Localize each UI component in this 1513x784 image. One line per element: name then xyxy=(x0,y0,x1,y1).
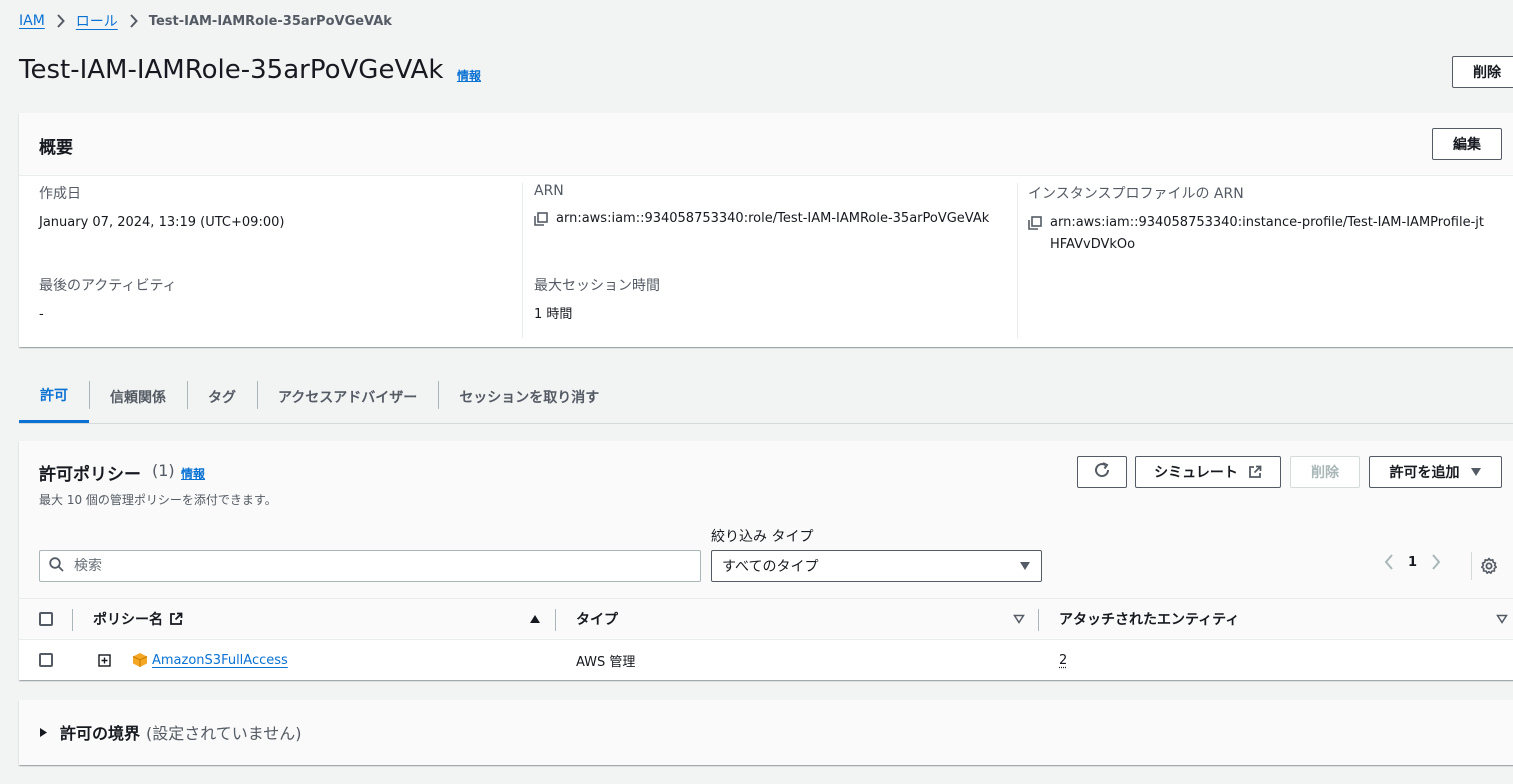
refresh-icon xyxy=(1093,461,1111,483)
summary-col-instance-profile: インスタンスプロファイルの ARN arn:aws:iam::934058753… xyxy=(1017,183,1497,338)
created-value: January 07, 2024, 13:19 (UTC+09:00) xyxy=(39,212,522,234)
caret-down-icon xyxy=(1470,467,1482,477)
permissions-title: 許可ポリシー xyxy=(39,460,141,485)
policy-type-cell: AWS 管理 xyxy=(576,640,635,680)
refresh-button[interactable] xyxy=(1077,456,1127,488)
max-session-label: 最大セッション時間 xyxy=(534,275,1017,295)
sort-icon[interactable] xyxy=(1496,599,1508,639)
tab-trust-relationships[interactable]: 信頼関係 xyxy=(89,370,187,423)
select-all-checkbox-cell xyxy=(39,599,53,639)
title-info-link[interactable]: 情報 xyxy=(457,67,481,84)
add-permissions-label: 許可を追加 xyxy=(1390,462,1460,482)
breadcrumb: IAM ロール Test-IAM-IAMRole-35arPoVGeVAk xyxy=(19,11,392,31)
instance-profile-row: arn:aws:iam::934058753340:instance-profi… xyxy=(1028,212,1488,256)
summary-col-created: 作成日 January 07, 2024, 13:19 (UTC+09:00) … xyxy=(39,183,522,338)
policy-name-cell: AmazonS3FullAccess xyxy=(152,640,288,680)
summary-panel: 概要 編集 作成日 January 07, 2024, 13:19 (UTC+0… xyxy=(19,113,1513,347)
sort-ascending-icon[interactable] xyxy=(529,599,541,639)
expand-icon[interactable] xyxy=(98,640,111,680)
summary-title: 概要 xyxy=(39,133,73,158)
arn-row: arn:aws:iam::934058753340:role/Test-IAM-… xyxy=(534,208,1017,234)
remove-policy-button[interactable]: 削除 xyxy=(1290,456,1360,488)
column-type[interactable]: タイプ xyxy=(576,599,618,639)
attached-entities-cell: 2 xyxy=(1059,640,1067,680)
chevron-right-icon xyxy=(129,14,138,28)
instance-profile-value: arn:aws:iam::934058753340:instance-profi… xyxy=(1050,212,1488,256)
filter-type-select[interactable]: すべてのタイプ xyxy=(711,550,1042,582)
column-attached-entities[interactable]: アタッチされたエンティティ xyxy=(1059,599,1239,639)
select-all-checkbox[interactable] xyxy=(39,612,53,626)
policy-link[interactable]: AmazonS3FullAccess xyxy=(152,653,288,668)
breadcrumb-roles[interactable]: ロール xyxy=(76,11,118,31)
tab-permissions[interactable]: 許可 xyxy=(19,370,89,423)
permissions-description: 最大 10 個の管理ポリシーを添付できます。 xyxy=(39,491,277,508)
chevron-right-icon xyxy=(56,14,65,28)
arn-label: ARN xyxy=(534,183,1017,199)
row-checkbox-cell xyxy=(39,640,53,680)
gear-icon[interactable] xyxy=(1480,557,1498,579)
permissions-boundary-panel[interactable]: 許可の境界 (設定されていません) xyxy=(19,700,1513,765)
search-icon xyxy=(49,557,64,576)
aws-managed-policy-icon xyxy=(132,640,148,680)
sort-icon[interactable] xyxy=(1013,599,1025,639)
chevron-left-icon[interactable] xyxy=(1384,554,1394,570)
column-policy-name-label: ポリシー名 xyxy=(93,609,163,629)
permissions-boundary-toggle[interactable]: 許可の境界 (設定されていません) xyxy=(39,720,302,744)
copy-icon[interactable] xyxy=(1028,212,1050,238)
instance-profile-label: インスタンスプロファイルの ARN xyxy=(1028,183,1497,203)
external-link-icon xyxy=(1248,465,1262,479)
page-number[interactable]: 1 xyxy=(1408,555,1417,570)
copy-icon[interactable] xyxy=(534,208,556,234)
breadcrumb-iam[interactable]: IAM xyxy=(19,13,45,29)
column-policy-name[interactable]: ポリシー名 xyxy=(93,599,183,639)
pagination: 1 xyxy=(1384,554,1441,570)
summary-header: 概要 編集 xyxy=(19,113,1513,176)
simulate-button[interactable]: シミュレート xyxy=(1135,456,1281,488)
add-permissions-button[interactable]: 許可を追加 xyxy=(1369,456,1502,488)
permissions-panel: 許可ポリシー (1) 情報 最大 10 個の管理ポリシーを添付できます。 シミュ… xyxy=(19,441,1513,680)
caret-right-icon xyxy=(39,727,48,738)
tab-access-advisor[interactable]: アクセスアドバイザー xyxy=(257,370,438,423)
max-session-value: 1 時間 xyxy=(534,304,1017,326)
search-input[interactable] xyxy=(74,558,674,574)
permissions-boundary-title: 許可の境界 xyxy=(60,720,140,744)
last-activity-value: - xyxy=(39,304,522,326)
breadcrumb-current: Test-IAM-IAMRole-35arPoVGeVAk xyxy=(149,14,392,29)
permissions-boundary-status: (設定されていません) xyxy=(146,720,302,744)
chevron-right-icon[interactable] xyxy=(1431,554,1441,570)
caret-down-icon xyxy=(1019,561,1031,571)
permissions-count: (1) xyxy=(152,461,175,480)
page-title: Test-IAM-IAMRole-35arPoVGeVAk xyxy=(19,55,443,85)
delete-role-button[interactable]: 削除 xyxy=(1452,56,1513,88)
table-header: ポリシー名 タイプ アタッチされたエンティティ xyxy=(19,598,1513,640)
tab-bar: 許可 信頼関係 タグ アクセスアドバイザー セッションを取り消す xyxy=(19,370,1513,424)
attached-entities-count[interactable]: 2 xyxy=(1059,653,1067,668)
tab-tags[interactable]: タグ xyxy=(187,370,257,423)
permissions-info-link[interactable]: 情報 xyxy=(181,465,205,482)
filter-type-value: すべてのタイプ xyxy=(722,556,818,576)
arn-value: arn:aws:iam::934058753340:role/Test-IAM-… xyxy=(556,208,989,230)
filter-type-label: 絞り込み タイプ xyxy=(711,526,813,546)
search-field[interactable] xyxy=(39,550,701,582)
summary-col-arn: ARN arn:aws:iam::934058753340:role/Test-… xyxy=(522,183,1017,338)
row-checkbox[interactable] xyxy=(39,653,53,667)
simulate-label: シミュレート xyxy=(1154,462,1238,482)
created-label: 作成日 xyxy=(39,183,522,203)
tab-revoke-sessions[interactable]: セッションを取り消す xyxy=(438,370,620,423)
last-activity-label: 最後のアクティビティ xyxy=(39,275,522,295)
external-link-icon xyxy=(169,612,183,626)
edit-button[interactable]: 編集 xyxy=(1432,128,1502,160)
table-row: AmazonS3FullAccess AWS 管理 2 xyxy=(19,640,1513,680)
